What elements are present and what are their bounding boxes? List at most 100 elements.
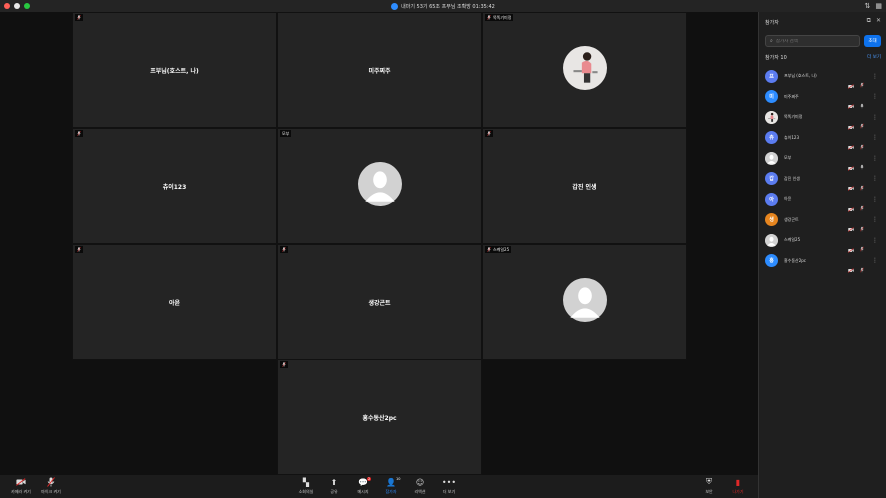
close-panel-icon[interactable]: ✕: [876, 17, 881, 25]
participant-list: 프 프부님 (호스트, 나) ⋮ 미 미주찌주 ⋮ 똑똑기미정 ⋮ 츄 츄이123 ⋮ 모부 ⋮ 갑 갑진 …: [759, 66, 886, 273]
participant-name: 츄이123: [784, 134, 799, 140]
mic-muted-icon[interactable]: [860, 114, 864, 129]
participant-row[interactable]: 프 프부님 (호스트, 나) ⋮: [759, 66, 886, 89]
participant-name: 미주찌주: [784, 93, 799, 99]
tile-name-tag: [75, 246, 83, 253]
participants-panel: 참가자 ⧉ ✕ ⌕ 초대 참가자 10 더 보기 프프부님 (호스트, 나)⋮미…: [758, 12, 886, 498]
meeting-info-icon[interactable]: [391, 2, 399, 10]
tile-name-tag: [75, 14, 83, 21]
camera-off-button[interactable]: 카메라 켜기: [6, 477, 36, 495]
search-input[interactable]: [775, 38, 856, 44]
more-icon: •••: [441, 477, 457, 487]
video-tile[interactable]: 갑진 인생: [482, 128, 687, 244]
more-options-icon[interactable]: ⋮: [872, 196, 878, 203]
participant-row[interactable]: 생 생강곤트 ⋮: [759, 210, 886, 232]
video-tile[interactable]: 생강곤트: [277, 244, 482, 360]
more-options-icon[interactable]: ⋮: [872, 155, 878, 162]
security-button[interactable]: ⛨ 보안: [694, 477, 724, 495]
mic-off-button[interactable]: 마이크 켜기: [36, 477, 66, 495]
notification-badge: 10: [396, 477, 401, 481]
camera-off-icon: [848, 176, 854, 191]
breakout-button[interactable]: ▚ 소회의실: [291, 477, 321, 495]
mic-muted-icon[interactable]: [860, 237, 864, 252]
mic-muted-icon[interactable]: [860, 196, 864, 211]
more-options-icon[interactable]: ⋮: [872, 73, 878, 80]
video-tile[interactable]: 미주찌주: [277, 12, 482, 128]
toolbar-label: 마이크 켜기: [41, 489, 61, 494]
tile-name-tag: [75, 130, 83, 137]
participant-row[interactable]: 모부 ⋮: [759, 148, 886, 171]
video-tile[interactable]: 똑똑기미정: [482, 12, 687, 128]
mic-icon[interactable]: [860, 94, 864, 108]
tile-name-tag: [485, 130, 493, 137]
video-tile[interactable]: 츄이123: [72, 128, 277, 244]
more-options-icon[interactable]: ⋮: [872, 134, 878, 141]
mic-icon[interactable]: [860, 155, 864, 170]
tile-name-tag: 스케일25: [485, 246, 512, 253]
more-options-icon[interactable]: ⋮: [872, 114, 878, 121]
camera-off-icon: [848, 156, 854, 171]
participant-row[interactable]: 갑 갑진 인생 ⋮: [759, 169, 886, 191]
participant-row[interactable]: 미 미주찌주 ⋮: [759, 87, 886, 109]
participant-row[interactable]: 똑똑기미정 ⋮: [759, 107, 886, 130]
toolbar-label: 나가기: [732, 489, 744, 494]
more-options-icon[interactable]: ⋮: [872, 93, 878, 100]
participant-name: 흥수동산2pc: [362, 414, 397, 422]
more-options-icon[interactable]: ⋮: [872, 216, 878, 223]
participant-name: 흥수동산2pc: [784, 257, 807, 263]
mic-muted-icon[interactable]: [860, 176, 864, 191]
mic-muted-icon: [487, 131, 491, 136]
camera-off-icon: [848, 94, 854, 109]
popout-icon[interactable]: ⧉: [867, 17, 871, 25]
participant-row[interactable]: 흥 흥수동산2pc ⋮: [759, 251, 886, 273]
participants-more-link[interactable]: 더 보기: [867, 54, 881, 61]
video-gallery: 프부님(호스트, 나) 미주찌주 똑똑기미정츄이123 모부 갑진 인생아윤 생강곤트 스케…: [0, 12, 758, 475]
toolbar-label: 참가자: [385, 489, 397, 494]
participant-avatar: 갑: [765, 172, 778, 186]
invite-button[interactable]: 초대: [864, 35, 881, 47]
video-tile[interactable]: 아윤: [72, 244, 277, 360]
mic-muted-icon[interactable]: [860, 135, 864, 150]
mic-muted-icon: [77, 15, 81, 20]
more-options-icon[interactable]: ⋮: [872, 257, 878, 264]
video-tile[interactable]: 흥수동산2pc: [277, 359, 482, 475]
participant-name: 아윤: [784, 196, 792, 202]
camera-off-icon: [848, 197, 854, 212]
profile-photo: [562, 46, 607, 94]
participant-row[interactable]: 스케일25 ⋮: [759, 230, 886, 253]
chat-button[interactable]: 💬 2 메시지: [348, 477, 378, 495]
participant-avatar: 프: [765, 69, 778, 83]
video-tile[interactable]: 모부: [277, 128, 482, 244]
tile-label: 똑똑기미정: [493, 14, 512, 20]
participant-avatar: 츄: [765, 131, 778, 145]
participant-name: 생강곤트: [784, 216, 799, 222]
more-options-icon[interactable]: ⋮: [872, 237, 878, 244]
meeting-title: 내마기 53기 65조 프부님 조확방 01:35:42: [401, 3, 495, 10]
gallery-view-icon[interactable]: ▦: [875, 2, 882, 10]
more-button[interactable]: ••• 더 보기: [434, 477, 464, 495]
share-button[interactable]: ⬆ 공유: [319, 477, 349, 495]
tile-name-tag: 똑똑기미정: [485, 14, 514, 21]
reaction-button[interactable]: ☺ 리액션: [405, 477, 435, 495]
participant-name: 프부님(호스트, 나): [150, 67, 199, 75]
window-title: 내마기 53기 65조 프부님 조확방 01:35:42: [0, 0, 886, 12]
participant-name: 똑똑기미정: [784, 114, 803, 120]
participant-avatar: 생: [765, 213, 778, 227]
camera-off-icon: [848, 217, 854, 232]
toolbar-label: 더 보기: [442, 489, 456, 494]
camera-off-icon: [848, 258, 854, 273]
video-tile[interactable]: 스케일25: [482, 244, 687, 360]
mic-muted-icon[interactable]: [860, 258, 864, 273]
participant-row[interactable]: 츄 츄이123 ⋮: [759, 128, 886, 150]
more-options-icon[interactable]: ⋮: [872, 175, 878, 182]
leave-button[interactable]: ▮ 나가기: [723, 477, 753, 495]
video-tile[interactable]: 프부님(호스트, 나): [72, 12, 277, 128]
participants-button[interactable]: 👤 10 참가자: [376, 477, 406, 495]
participant-row[interactable]: 아 아윤 ⋮: [759, 189, 886, 212]
sort-icon[interactable]: ⇅: [865, 2, 871, 10]
mic-muted-icon[interactable]: [860, 217, 864, 232]
toolbar-label: 리액션: [414, 489, 426, 494]
tile-label: 스케일25: [493, 246, 510, 252]
mic-muted-icon[interactable]: [860, 73, 864, 88]
participant-avatar: 아: [765, 192, 778, 206]
